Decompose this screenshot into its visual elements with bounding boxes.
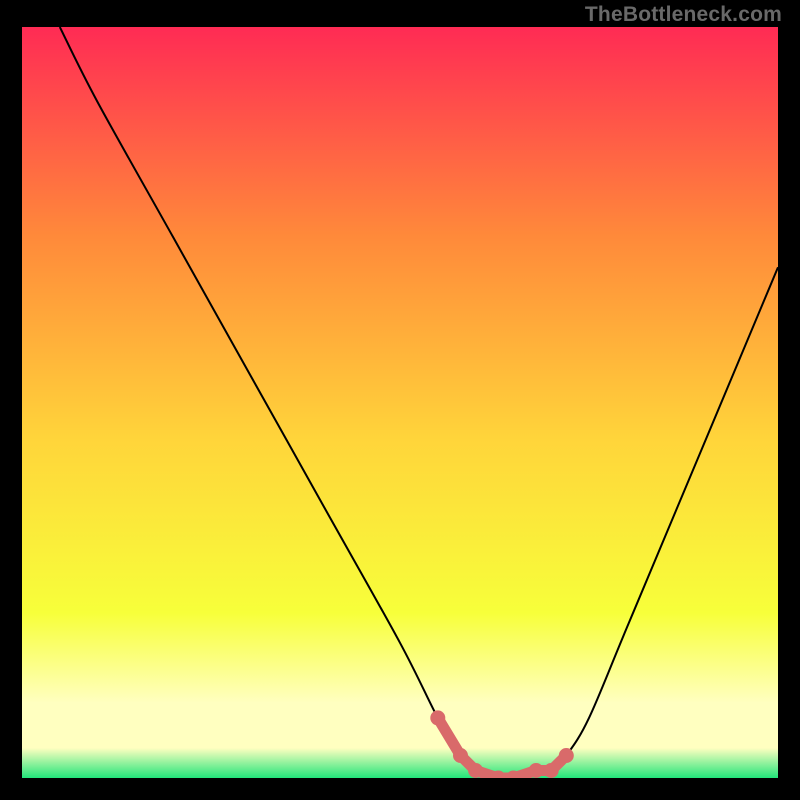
marker-dot <box>468 763 483 778</box>
marker-dot <box>559 748 574 763</box>
bottleneck-chart <box>22 27 778 778</box>
marker-dot <box>453 748 468 763</box>
gradient-background <box>22 27 778 778</box>
watermark-text: TheBottleneck.com <box>585 3 782 27</box>
chart-frame: TheBottleneck.com <box>0 0 800 800</box>
marker-dot <box>430 710 445 725</box>
plot-area <box>22 27 778 778</box>
marker-dot <box>544 763 559 778</box>
marker-dot <box>529 763 544 778</box>
